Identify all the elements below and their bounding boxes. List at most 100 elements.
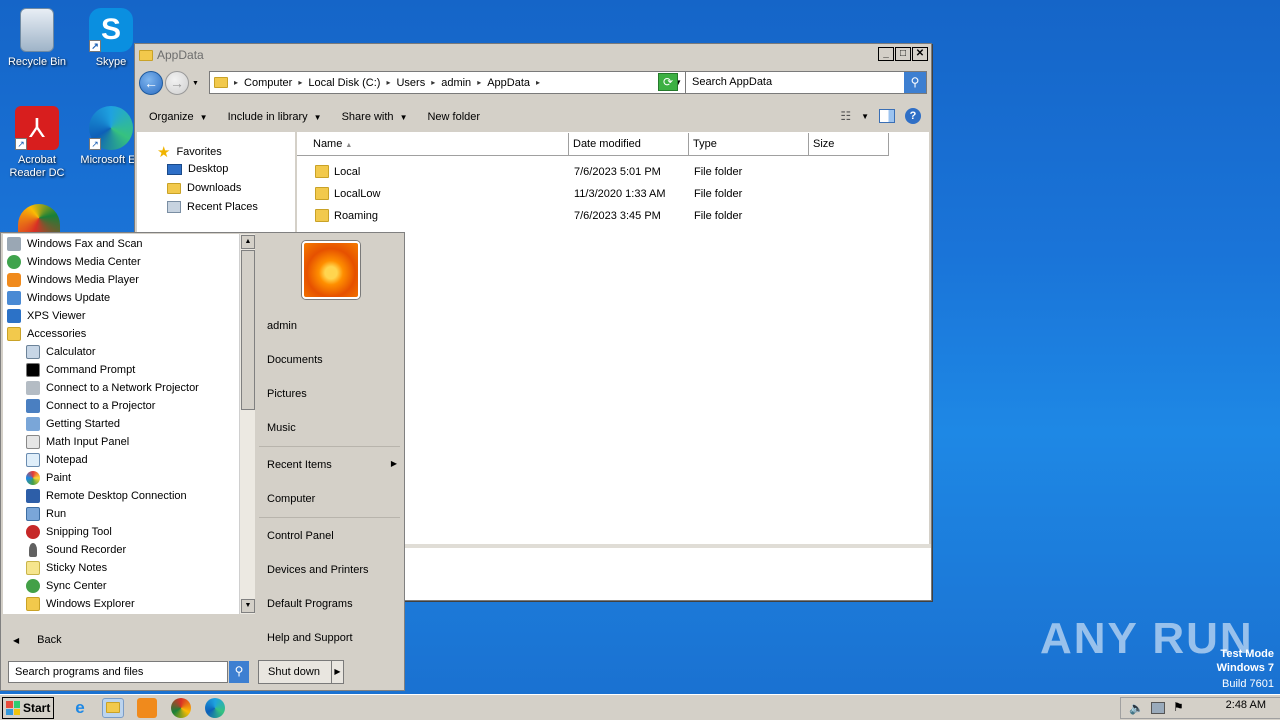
start-item-music[interactable]: Music [267, 422, 296, 434]
program-xps-viewer[interactable]: XPS Viewer [7, 307, 86, 325]
start-item-documents[interactable]: Documents [267, 354, 323, 366]
share-with-button[interactable]: Share with ▼ [342, 111, 408, 123]
notepad-icon [26, 453, 40, 467]
breadcrumb-local-disk[interactable]: Local Disk (C:) [308, 77, 380, 89]
program-paint[interactable]: Paint [26, 469, 71, 487]
column-name[interactable]: Name ▲ [297, 133, 569, 156]
window-title: AppData [157, 48, 204, 62]
forward-button[interactable]: → [165, 71, 189, 95]
program-math-input-panel[interactable]: Math Input Panel [26, 433, 129, 451]
program-getting-started[interactable]: Getting Started [26, 415, 120, 433]
program-calculator[interactable]: Calculator [26, 343, 96, 361]
program-run[interactable]: Run [26, 505, 66, 523]
math-input-icon [26, 435, 40, 449]
edge-taskbar-icon[interactable] [205, 698, 225, 718]
shutdown-options-arrow-icon[interactable]: ▶ [331, 661, 343, 683]
maximize-button[interactable]: □ [895, 47, 911, 61]
start-menu-right-column: admin Documents Pictures Music Recent It… [255, 234, 404, 654]
new-folder-button[interactable]: New folder [427, 111, 480, 123]
view-dropdown-icon[interactable]: ▼ [861, 112, 869, 121]
explorer-taskbar-icon[interactable] [102, 698, 124, 718]
volume-icon[interactable]: 🔈 [1129, 701, 1144, 715]
nav-recent-places[interactable]: Recent Places [167, 201, 258, 213]
program-windows-fax-and-scan[interactable]: Windows Fax and Scan [7, 235, 143, 253]
title-bar[interactable]: AppData [135, 44, 931, 66]
close-button[interactable]: ✕ [912, 47, 928, 61]
program-sound-recorder[interactable]: Sound Recorder [26, 541, 126, 559]
scissors-icon [26, 525, 40, 539]
start-item-computer[interactable]: Computer [267, 493, 315, 505]
windows-update-icon [7, 291, 21, 305]
shortcut-arrow-icon: ↗ [89, 138, 101, 150]
column-date-modified[interactable]: Date modified [569, 133, 689, 156]
nav-downloads[interactable]: Downloads [167, 182, 241, 194]
start-item-control-panel[interactable]: Control Panel [267, 530, 334, 542]
shut-down-button[interactable]: Shut down ▶ [258, 660, 344, 684]
program-connect-network-projector[interactable]: Connect to a Network Projector [26, 379, 199, 397]
breadcrumb-users[interactable]: Users [396, 77, 425, 89]
program-notepad[interactable]: Notepad [26, 451, 88, 469]
search-input[interactable]: Search AppData ⚲ [685, 71, 927, 94]
program-command-prompt[interactable]: Command Prompt [26, 361, 135, 379]
recent-pages-dropdown[interactable]: ▼ [192, 80, 199, 87]
start-item-help-support[interactable]: Help and Support [267, 632, 353, 644]
shortcut-arrow-icon: ↗ [15, 138, 27, 150]
breadcrumb-admin[interactable]: admin [441, 77, 471, 89]
media-player-taskbar-icon[interactable] [137, 698, 157, 718]
network-icon[interactable] [1151, 702, 1165, 714]
start-item-default-programs[interactable]: Default Programs [267, 598, 353, 610]
search-icon[interactable]: ⚲ [904, 72, 926, 93]
view-options-icon[interactable]: ☷ [840, 109, 851, 123]
include-in-library-button[interactable]: Include in library ▼ [228, 111, 322, 123]
start-search-icon[interactable]: ⚲ [229, 661, 249, 683]
file-row[interactable]: LocalLow 11/3/2020 1:33 AM File folder [297, 183, 929, 205]
preview-pane-icon[interactable] [879, 109, 895, 123]
start-item-pictures[interactable]: Pictures [267, 388, 307, 400]
desktop-icon-recycle-bin[interactable]: Recycle Bin [0, 8, 74, 69]
address-bar[interactable]: ▸ Computer ▸ Local Disk (C:) ▸ Users ▸ a… [209, 71, 687, 94]
start-item-user[interactable]: admin [267, 320, 297, 332]
desktop-icon-acrobat[interactable]: ⅄ ↗ Acrobat Reader DC [0, 106, 74, 180]
nav-desktop[interactable]: Desktop [167, 163, 228, 175]
file-row[interactable]: Roaming 7/6/2023 3:45 PM File folder [297, 205, 929, 227]
folder-icon [214, 77, 228, 88]
back-arrow-icon: ◀ [13, 636, 20, 645]
start-search-input[interactable]: Search programs and files [8, 661, 228, 683]
scroll-down-button[interactable]: ▼ [241, 599, 255, 613]
breadcrumb-appdata[interactable]: AppData [487, 77, 530, 89]
start-item-recent-items[interactable]: Recent Items ▶ [267, 459, 397, 471]
organize-button[interactable]: Organize ▼ [149, 111, 208, 123]
scroll-up-button[interactable]: ▲ [241, 235, 255, 249]
scroll-thumb[interactable] [241, 250, 255, 410]
program-sticky-notes[interactable]: Sticky Notes [26, 559, 107, 577]
program-windows-media-center[interactable]: Windows Media Center [7, 253, 141, 271]
nav-favorites[interactable]: ★ Favorites [157, 143, 222, 161]
file-row[interactable]: Local 7/6/2023 5:01 PM File folder [297, 161, 929, 183]
refresh-button[interactable]: ⟳ [658, 73, 678, 91]
clock[interactable]: 2:48 AM [1226, 699, 1266, 711]
program-snipping-tool[interactable]: Snipping Tool [26, 523, 112, 541]
user-avatar[interactable] [302, 241, 360, 299]
internet-explorer-icon[interactable]: e [70, 698, 90, 718]
column-type[interactable]: Type [689, 133, 809, 156]
program-list-scrollbar[interactable]: ▲ ▼ [239, 234, 255, 614]
program-windows-update[interactable]: Windows Update [7, 289, 110, 307]
program-sync-center[interactable]: Sync Center [26, 577, 107, 595]
program-windows-explorer[interactable]: Windows Explorer [26, 595, 135, 613]
start-item-devices-printers[interactable]: Devices and Printers [267, 564, 369, 576]
program-accessories-folder[interactable]: Accessories [7, 325, 86, 343]
program-windows-media-player[interactable]: Windows Media Player [7, 271, 139, 289]
column-size[interactable]: Size [809, 133, 889, 156]
back-button[interactable]: ← [139, 71, 163, 95]
back-button[interactable]: ◀ Back [13, 634, 62, 646]
chrome-taskbar-icon[interactable] [171, 698, 191, 718]
breadcrumb-computer[interactable]: Computer [244, 77, 292, 89]
program-remote-desktop[interactable]: Remote Desktop Connection [26, 487, 187, 505]
test-mode-line1: Test Mode [1220, 648, 1274, 660]
start-button[interactable]: Start [2, 697, 54, 719]
shortcut-arrow-icon: ↗ [89, 40, 101, 52]
help-icon[interactable]: ? [905, 108, 921, 124]
flag-icon[interactable]: ⚑ [1173, 700, 1184, 714]
program-connect-projector[interactable]: Connect to a Projector [26, 397, 155, 415]
minimize-button[interactable]: _ [878, 47, 894, 61]
